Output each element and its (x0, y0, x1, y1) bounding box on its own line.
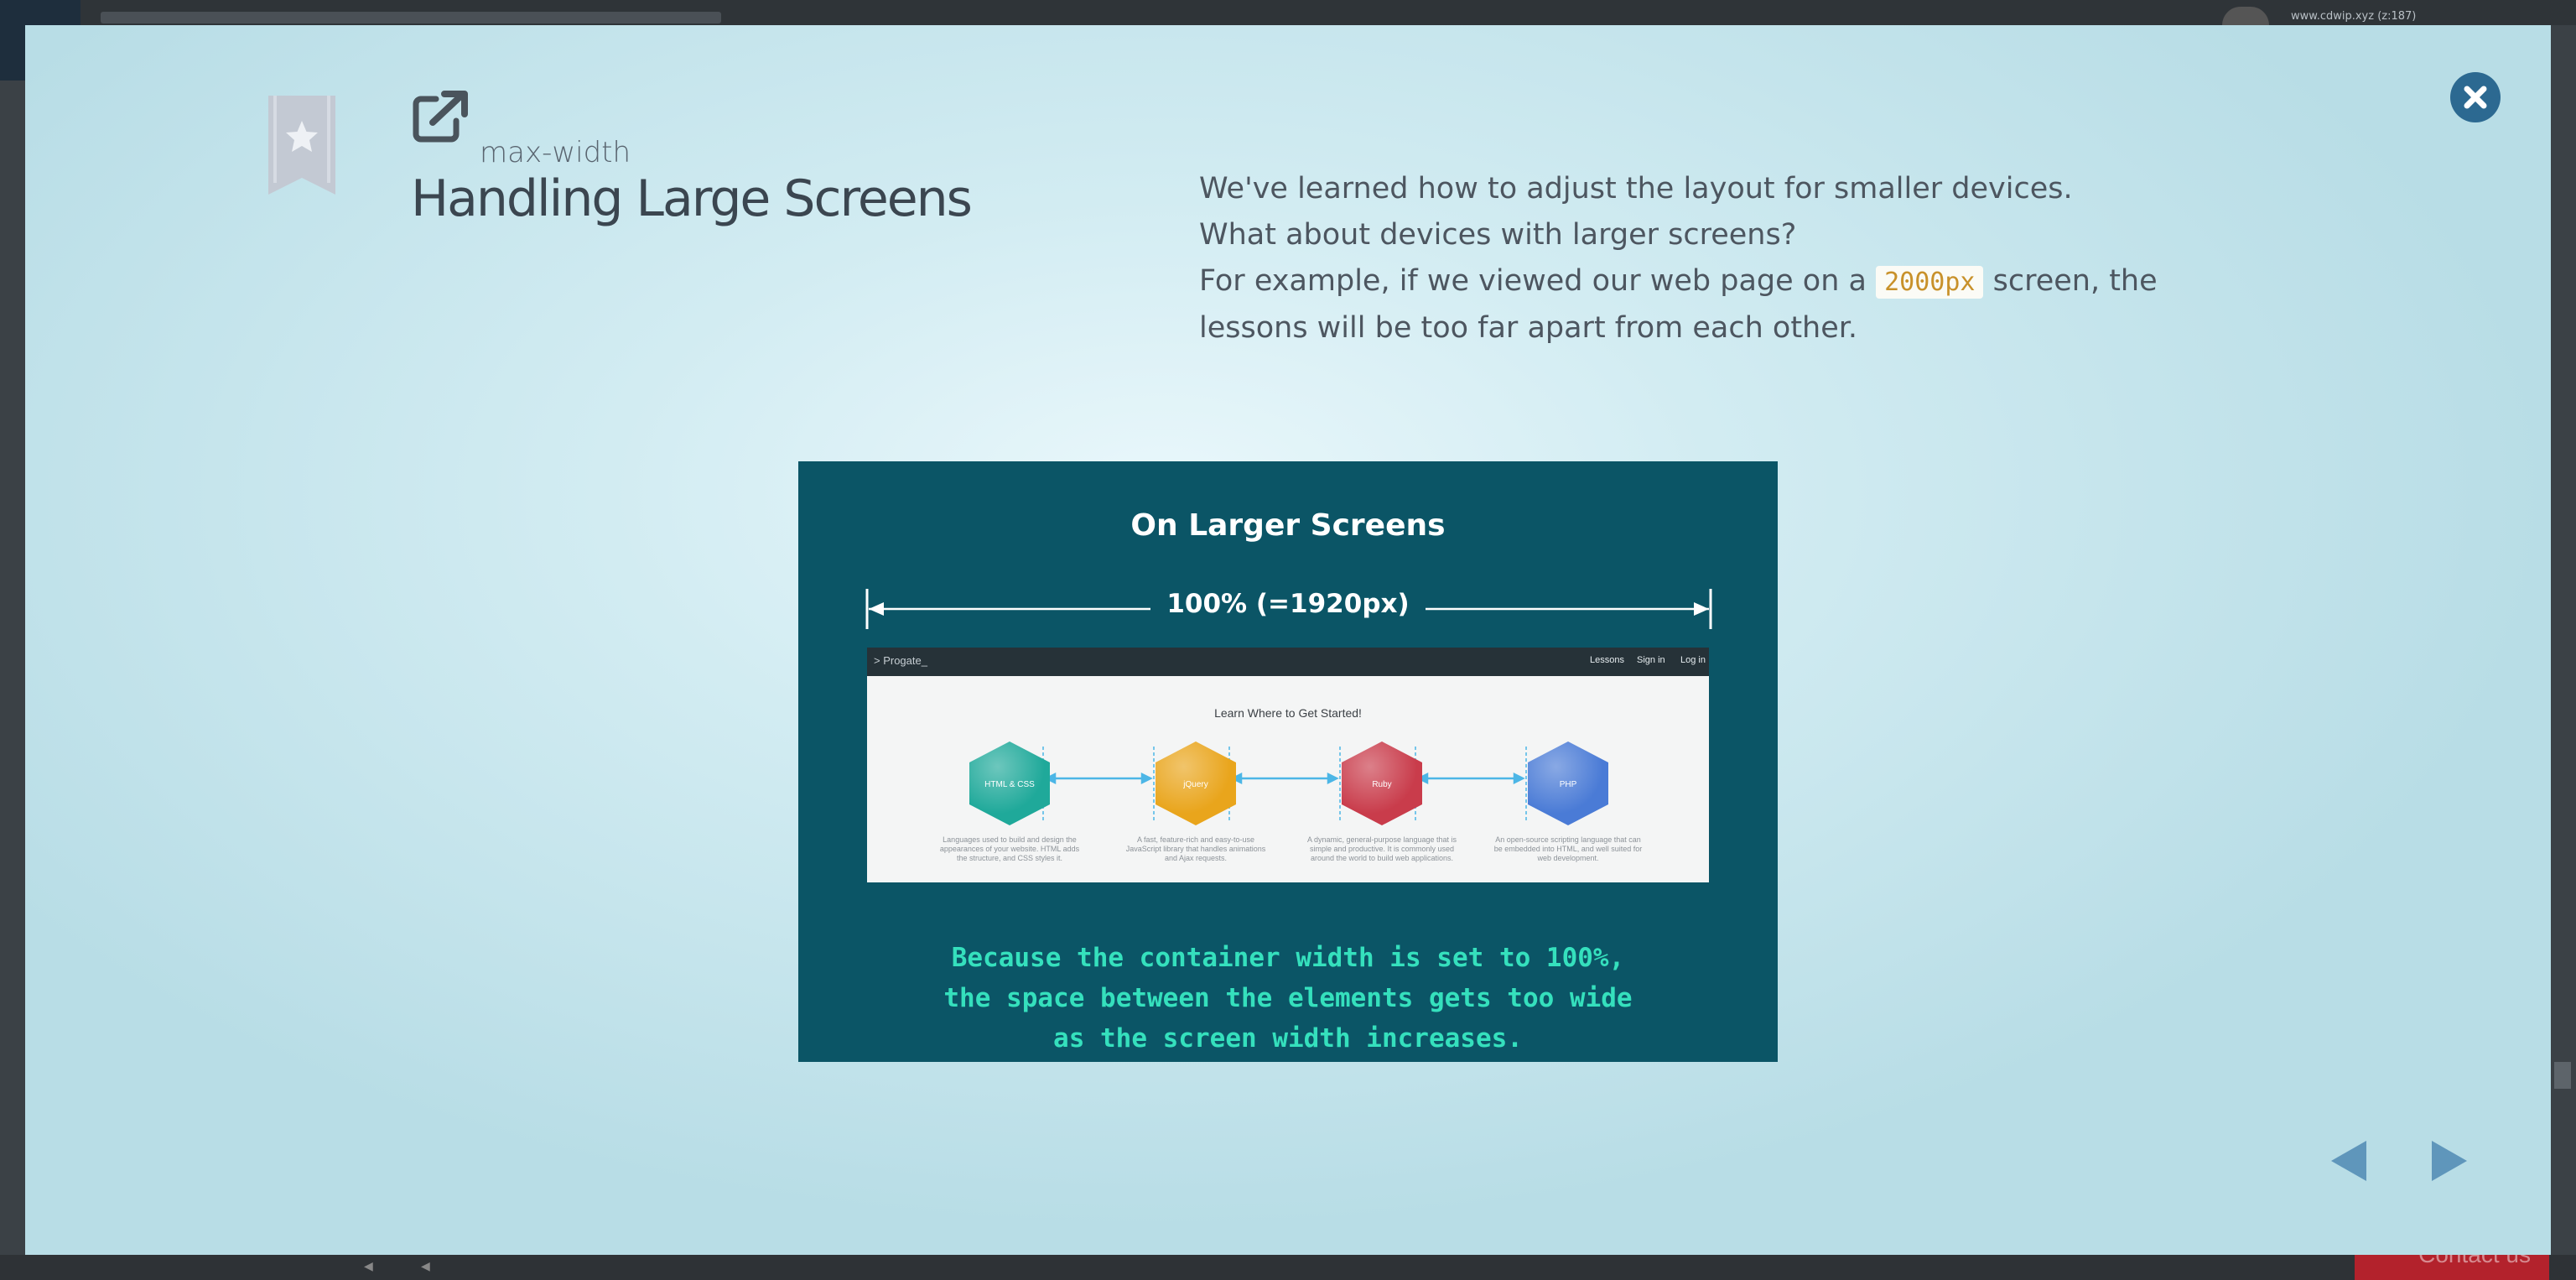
background-bottom-bar (0, 1255, 2576, 1280)
caption-line: as the screen width increases. (1053, 1023, 1523, 1054)
caption-line: the space between the elements gets too … (943, 983, 1633, 1013)
mockup-course-label: HTML & CSS (984, 780, 1035, 789)
slide-title: On Larger Screens (1130, 508, 1446, 543)
lesson-description: We've learned how to adjust the layout f… (1199, 166, 2256, 351)
background-account-email: www.cdwip.xyz (z:187) (2291, 10, 2417, 23)
mockup-course-label: PHP (1559, 780, 1577, 789)
scroll-left-icon: ◀ (364, 1260, 373, 1273)
mockup-course-description: An open-source scripting language that c… (1493, 835, 1643, 862)
external-link-icon[interactable] (411, 91, 470, 143)
mockup-course-description: A fast, feature-rich and easy-to-use Jav… (1125, 835, 1266, 862)
mockup-course-label: Ruby (1372, 780, 1392, 789)
inline-code: 2000px (1876, 266, 1984, 299)
close-icon (2464, 86, 2487, 109)
previous-slide-button[interactable] (2328, 1137, 2370, 1184)
slide-modal: max-width Handling Large Screens We've l… (25, 25, 2551, 1255)
slide-image: On Larger Screens 100% (=1920px) > Proga… (798, 461, 1778, 1062)
slide-caption: Because the container width is set to 10… (798, 938, 1778, 1059)
description-line: For example, if we viewed our web page o… (1199, 258, 2256, 351)
lesson-subtitle: max-width (480, 136, 631, 169)
caption-line: Because the container width is set to 10… (951, 943, 1625, 973)
description-line: We've learned how to adjust the layout f… (1199, 172, 2073, 206)
mockup-course-description: Languages used to build and design the a… (939, 835, 1080, 862)
bookmark-star-icon[interactable] (267, 96, 337, 196)
next-slide-button[interactable] (2428, 1137, 2470, 1184)
arrow-right-icon (2432, 1141, 2467, 1181)
mockup-course-description: A dynamic, general-purpose language that… (1306, 835, 1457, 862)
description-line: What about devices with larger screens? (1199, 218, 1797, 252)
width-measure-label: 100% (=1920px) (1166, 589, 1410, 619)
background-search-bar (101, 12, 721, 23)
background-scrollbar-thumb (2554, 1062, 2571, 1089)
close-button[interactable] (2450, 72, 2501, 122)
scroll-left-icon: ◀ (421, 1260, 430, 1273)
mockup-course-label: jQuery (1183, 780, 1208, 789)
lesson-title: Handling Large Screens (411, 169, 973, 228)
website-mockup: > Progate_ Lessons Sign in Log in Learn … (867, 648, 1709, 882)
description-text: For example, if we viewed our web page o… (1199, 264, 1877, 298)
arrow-left-icon (2331, 1141, 2366, 1181)
